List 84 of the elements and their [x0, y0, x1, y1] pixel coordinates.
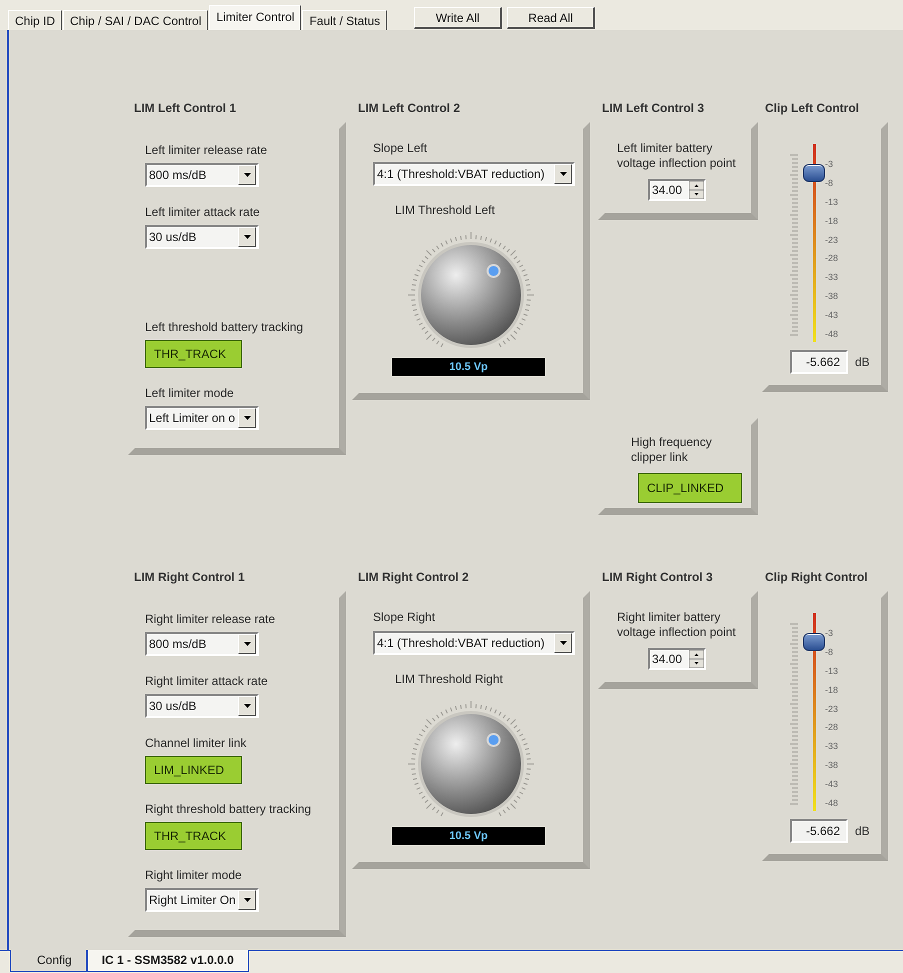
- scale-label: -28: [825, 722, 838, 732]
- caret-icon: [244, 898, 250, 902]
- dropdown[interactable]: 30 us/dB: [145, 694, 259, 718]
- panel-heading: LIM Left Control 1: [133, 101, 237, 117]
- scale-label: -33: [825, 741, 838, 752]
- value-readout: 10.5 Vp: [392, 358, 545, 376]
- field-label: Left limiter battery voltage inflection point: [617, 141, 737, 171]
- unit-label: dB: [855, 824, 870, 838]
- field-label: Right limiter release rate: [145, 612, 276, 627]
- spin-buttons[interactable]: [689, 650, 704, 668]
- field-label: High frequency clipper link: [631, 435, 713, 465]
- field-label: Left limiter mode: [145, 386, 234, 401]
- scale-label: -8: [825, 646, 834, 657]
- value-readout: 10.5 Vp: [392, 827, 545, 845]
- value-field[interactable]: -5.662: [790, 819, 848, 843]
- field-label: Right limiter mode: [145, 868, 242, 883]
- panel-heading: LIM Right Control 3: [601, 570, 714, 586]
- scale-label: -38: [825, 760, 838, 770]
- tab[interactable]: Limiter Control: [209, 5, 302, 30]
- scale-label: -28: [825, 253, 838, 264]
- value-field[interactable]: -5.662: [790, 350, 848, 374]
- field-label: Slope Right: [373, 610, 436, 625]
- scale-label: -43: [825, 779, 838, 789]
- scale-label: -48: [825, 328, 838, 339]
- tab[interactable]: Fault / Status: [302, 10, 388, 30]
- dropdown[interactable]: 800 ms/dB: [145, 632, 259, 656]
- scale-label: -33: [825, 272, 838, 282]
- scale-label: -38: [825, 291, 838, 302]
- panel-heading: LIM Left Control 2: [357, 101, 461, 117]
- field-label: Left limiter attack rate: [145, 205, 260, 220]
- panel-heading: Clip Right Control: [764, 570, 869, 586]
- toolbar-button[interactable]: Read All: [507, 7, 596, 29]
- scale-label: -8: [825, 178, 834, 188]
- knob-label: LIM Threshold Left: [395, 203, 496, 218]
- slider-thumb[interactable]: [803, 632, 825, 651]
- field-label: Channel limiter link: [145, 736, 246, 751]
- number-spinner[interactable]: 34.00: [648, 179, 706, 201]
- tab[interactable]: Config: [10, 950, 87, 972]
- status-indicator: THR_TRACK: [145, 822, 242, 850]
- dropdown[interactable]: 30 us/dB: [145, 225, 259, 249]
- tab[interactable]: IC 1 - SSM3582 v1.0.0.0: [86, 950, 249, 972]
- toolbar-button[interactable]: Write All: [414, 7, 502, 29]
- caret-icon: [560, 172, 566, 176]
- caret-icon: [244, 704, 250, 708]
- scale-label: -48: [825, 798, 838, 808]
- scale-label: -13: [825, 666, 838, 676]
- scale-label: -18: [825, 216, 838, 226]
- field-label: Left threshold battery tracking: [145, 320, 304, 335]
- caret-icon: [244, 235, 250, 239]
- tab[interactable]: Chip ID: [8, 10, 62, 30]
- number-spinner[interactable]: 34.00: [648, 648, 706, 670]
- knob-label: LIM Threshold Right: [395, 672, 504, 687]
- scale-label: -3: [825, 159, 834, 169]
- panel-heading: LIM Left Control 3: [601, 101, 705, 117]
- dropdown[interactable]: Left Limiter on o: [145, 406, 259, 430]
- field-label: Right limiter attack rate: [145, 674, 268, 689]
- dropdown[interactable]: 4:1 (Threshold:VBAT reduction): [373, 631, 575, 655]
- caret-icon: [244, 642, 250, 646]
- scale-label: -23: [825, 704, 838, 714]
- dropdown[interactable]: Right Limiter On: [145, 888, 259, 912]
- panel-heading: LIM Right Control 1: [133, 570, 246, 586]
- status-indicator: CLIP_LINKED: [638, 473, 742, 503]
- scale-label: -23: [825, 234, 838, 244]
- status-indicator: LIM_LINKED: [145, 756, 242, 784]
- dropdown[interactable]: 800 ms/dB: [145, 163, 259, 187]
- dropdown[interactable]: 4:1 (Threshold:VBAT reduction): [373, 162, 575, 186]
- caret-icon: [560, 641, 566, 645]
- caret-icon: [244, 416, 250, 420]
- caret-icon: [244, 173, 250, 177]
- scale-label: -13: [825, 196, 838, 207]
- scale-label: -18: [825, 684, 838, 695]
- unit-label: dB: [855, 355, 870, 369]
- field-label: Slope Left: [373, 141, 428, 156]
- spin-buttons[interactable]: [689, 181, 704, 199]
- panel-heading: Clip Left Control: [764, 101, 860, 117]
- slider-thumb[interactable]: [803, 164, 825, 182]
- field-label: Left limiter release rate: [145, 143, 268, 158]
- field-label: Right limiter battery voltage inflection point: [617, 610, 737, 640]
- field-label: Right threshold battery tracking: [145, 802, 312, 817]
- tab[interactable]: Chip / SAI / DAC Control: [63, 10, 208, 30]
- scale-label: -3: [825, 628, 834, 638]
- scale-label: -43: [825, 310, 838, 320]
- panel-heading: LIM Right Control 2: [357, 570, 470, 586]
- status-indicator: THR_TRACK: [145, 340, 242, 368]
